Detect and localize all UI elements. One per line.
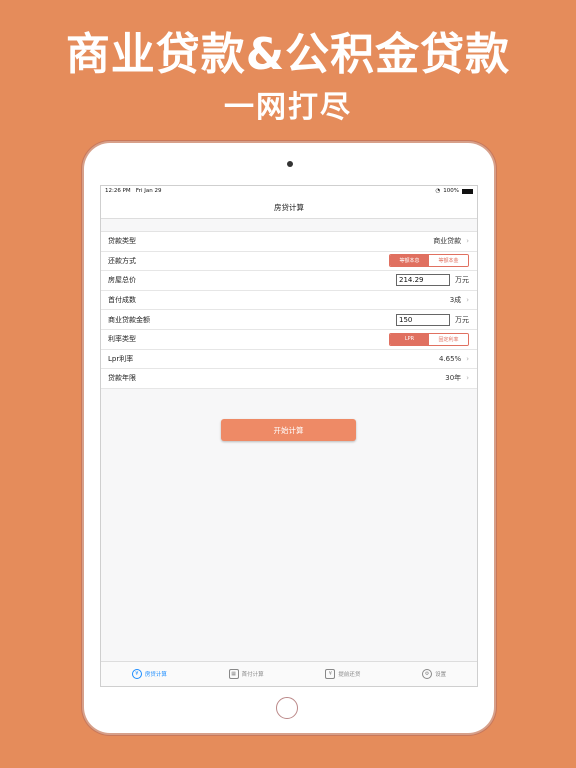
chevron-right-icon: › xyxy=(466,237,469,246)
segment-fixed-rate[interactable]: 固定利率 xyxy=(429,333,468,345)
tab-settings[interactable]: ⚙ 设置 xyxy=(422,669,446,679)
row-lpr-rate[interactable]: Lpr利率 4.65% › xyxy=(101,350,477,370)
row-label: 贷款类型 xyxy=(108,237,136,246)
gear-icon: ⚙ xyxy=(422,669,433,679)
start-calculation-button[interactable]: 开始计算 xyxy=(221,419,356,441)
home-button[interactable] xyxy=(276,697,298,719)
page-title: 房贷计算 xyxy=(274,202,304,212)
unit-label: 万元 xyxy=(455,315,469,324)
ipad-frame: 12:26 PM Fri Jan 29 ◔ 100% 房贷计算 贷款类型 商业贷… xyxy=(84,143,494,733)
repay-method-segmented-control: 等额本息 等额本金 xyxy=(389,254,469,268)
camera-dot xyxy=(287,161,293,167)
row-label: 商业贷款金额 xyxy=(108,315,150,324)
wifi-icon: ◔ xyxy=(435,188,441,194)
tab-down-payment-calc[interactable]: ▦ 首付计算 xyxy=(228,669,264,679)
row-label: 贷款年限 xyxy=(108,374,136,383)
tab-label: 房贷计算 xyxy=(144,672,167,678)
nav-bar: 房贷计算 xyxy=(101,196,477,219)
row-label: 房屋总价 xyxy=(108,276,136,285)
battery-percent: 100% xyxy=(443,188,459,194)
status-time: 12:26 PM xyxy=(105,188,131,194)
promo-headline: 商业贷款&公积金贷款 xyxy=(65,29,511,80)
row-label: 利率类型 xyxy=(108,335,136,344)
status-date: Fri Jan 29 xyxy=(135,188,162,194)
loan-amount-input[interactable]: 150 xyxy=(396,313,450,326)
row-down-payment[interactable]: 首付成数 3成 › xyxy=(101,291,477,311)
calculator-icon: ▦ xyxy=(228,669,239,679)
row-loan-type[interactable]: 贷款类型 商业贷款 › xyxy=(101,232,477,252)
chevron-right-icon: › xyxy=(466,374,469,383)
row-value: 商业贷款 xyxy=(433,237,462,246)
tab-mortgage-calc[interactable]: ¥ 房贷计算 xyxy=(131,669,167,679)
document-yen-icon: ¥ xyxy=(325,669,336,679)
chevron-right-icon: › xyxy=(466,354,469,363)
row-rate-type: 利率类型 LPR 固定利率 xyxy=(101,330,477,350)
tab-prepayment[interactable]: ¥ 提前还贷 xyxy=(325,669,360,679)
house-price-input[interactable]: 214.29 xyxy=(396,274,450,287)
row-label: 还款方式 xyxy=(108,256,136,265)
promo-subline: 一网打尽 xyxy=(224,90,352,125)
battery-icon xyxy=(462,188,473,194)
tab-label: 提前还贷 xyxy=(338,672,361,678)
row-value: 4.65% xyxy=(438,354,462,363)
tab-label: 设置 xyxy=(435,672,447,678)
app-screen: 12:26 PM Fri Jan 29 ◔ 100% 房贷计算 贷款类型 商业贷… xyxy=(100,185,478,687)
row-loan-years[interactable]: 贷款年限 30年 › xyxy=(101,369,477,389)
rate-type-segmented-control: LPR 固定利率 xyxy=(389,332,469,346)
row-label: Lpr利率 xyxy=(108,354,134,363)
form-list: 贷款类型 商业贷款 › 还款方式 等额本息 等额本金 房屋总价 214.29 万… xyxy=(101,231,477,389)
segment-equal-installment[interactable]: 等额本息 xyxy=(390,255,429,267)
tab-label: 首付计算 xyxy=(241,672,264,678)
status-bar: 12:26 PM Fri Jan 29 ◔ 100% xyxy=(101,186,477,196)
chevron-right-icon: › xyxy=(466,296,469,305)
row-label: 首付成数 xyxy=(108,296,136,305)
row-repay-method: 还款方式 等额本息 等额本金 xyxy=(101,252,477,272)
row-value: 30年 xyxy=(445,374,462,383)
row-value: 3成 xyxy=(449,296,462,305)
yen-circle-icon: ¥ xyxy=(131,669,142,679)
row-house-price: 房屋总价 214.29 万元 xyxy=(101,271,477,291)
row-loan-amount: 商业贷款金额 150 万元 xyxy=(101,310,477,330)
segment-lpr[interactable]: LPR xyxy=(390,333,429,345)
unit-label: 万元 xyxy=(455,276,469,285)
tab-bar: ¥ 房贷计算 ▦ 首付计算 ¥ 提前还贷 ⚙ 设置 xyxy=(101,661,477,686)
segment-equal-principal[interactable]: 等额本金 xyxy=(429,255,468,267)
